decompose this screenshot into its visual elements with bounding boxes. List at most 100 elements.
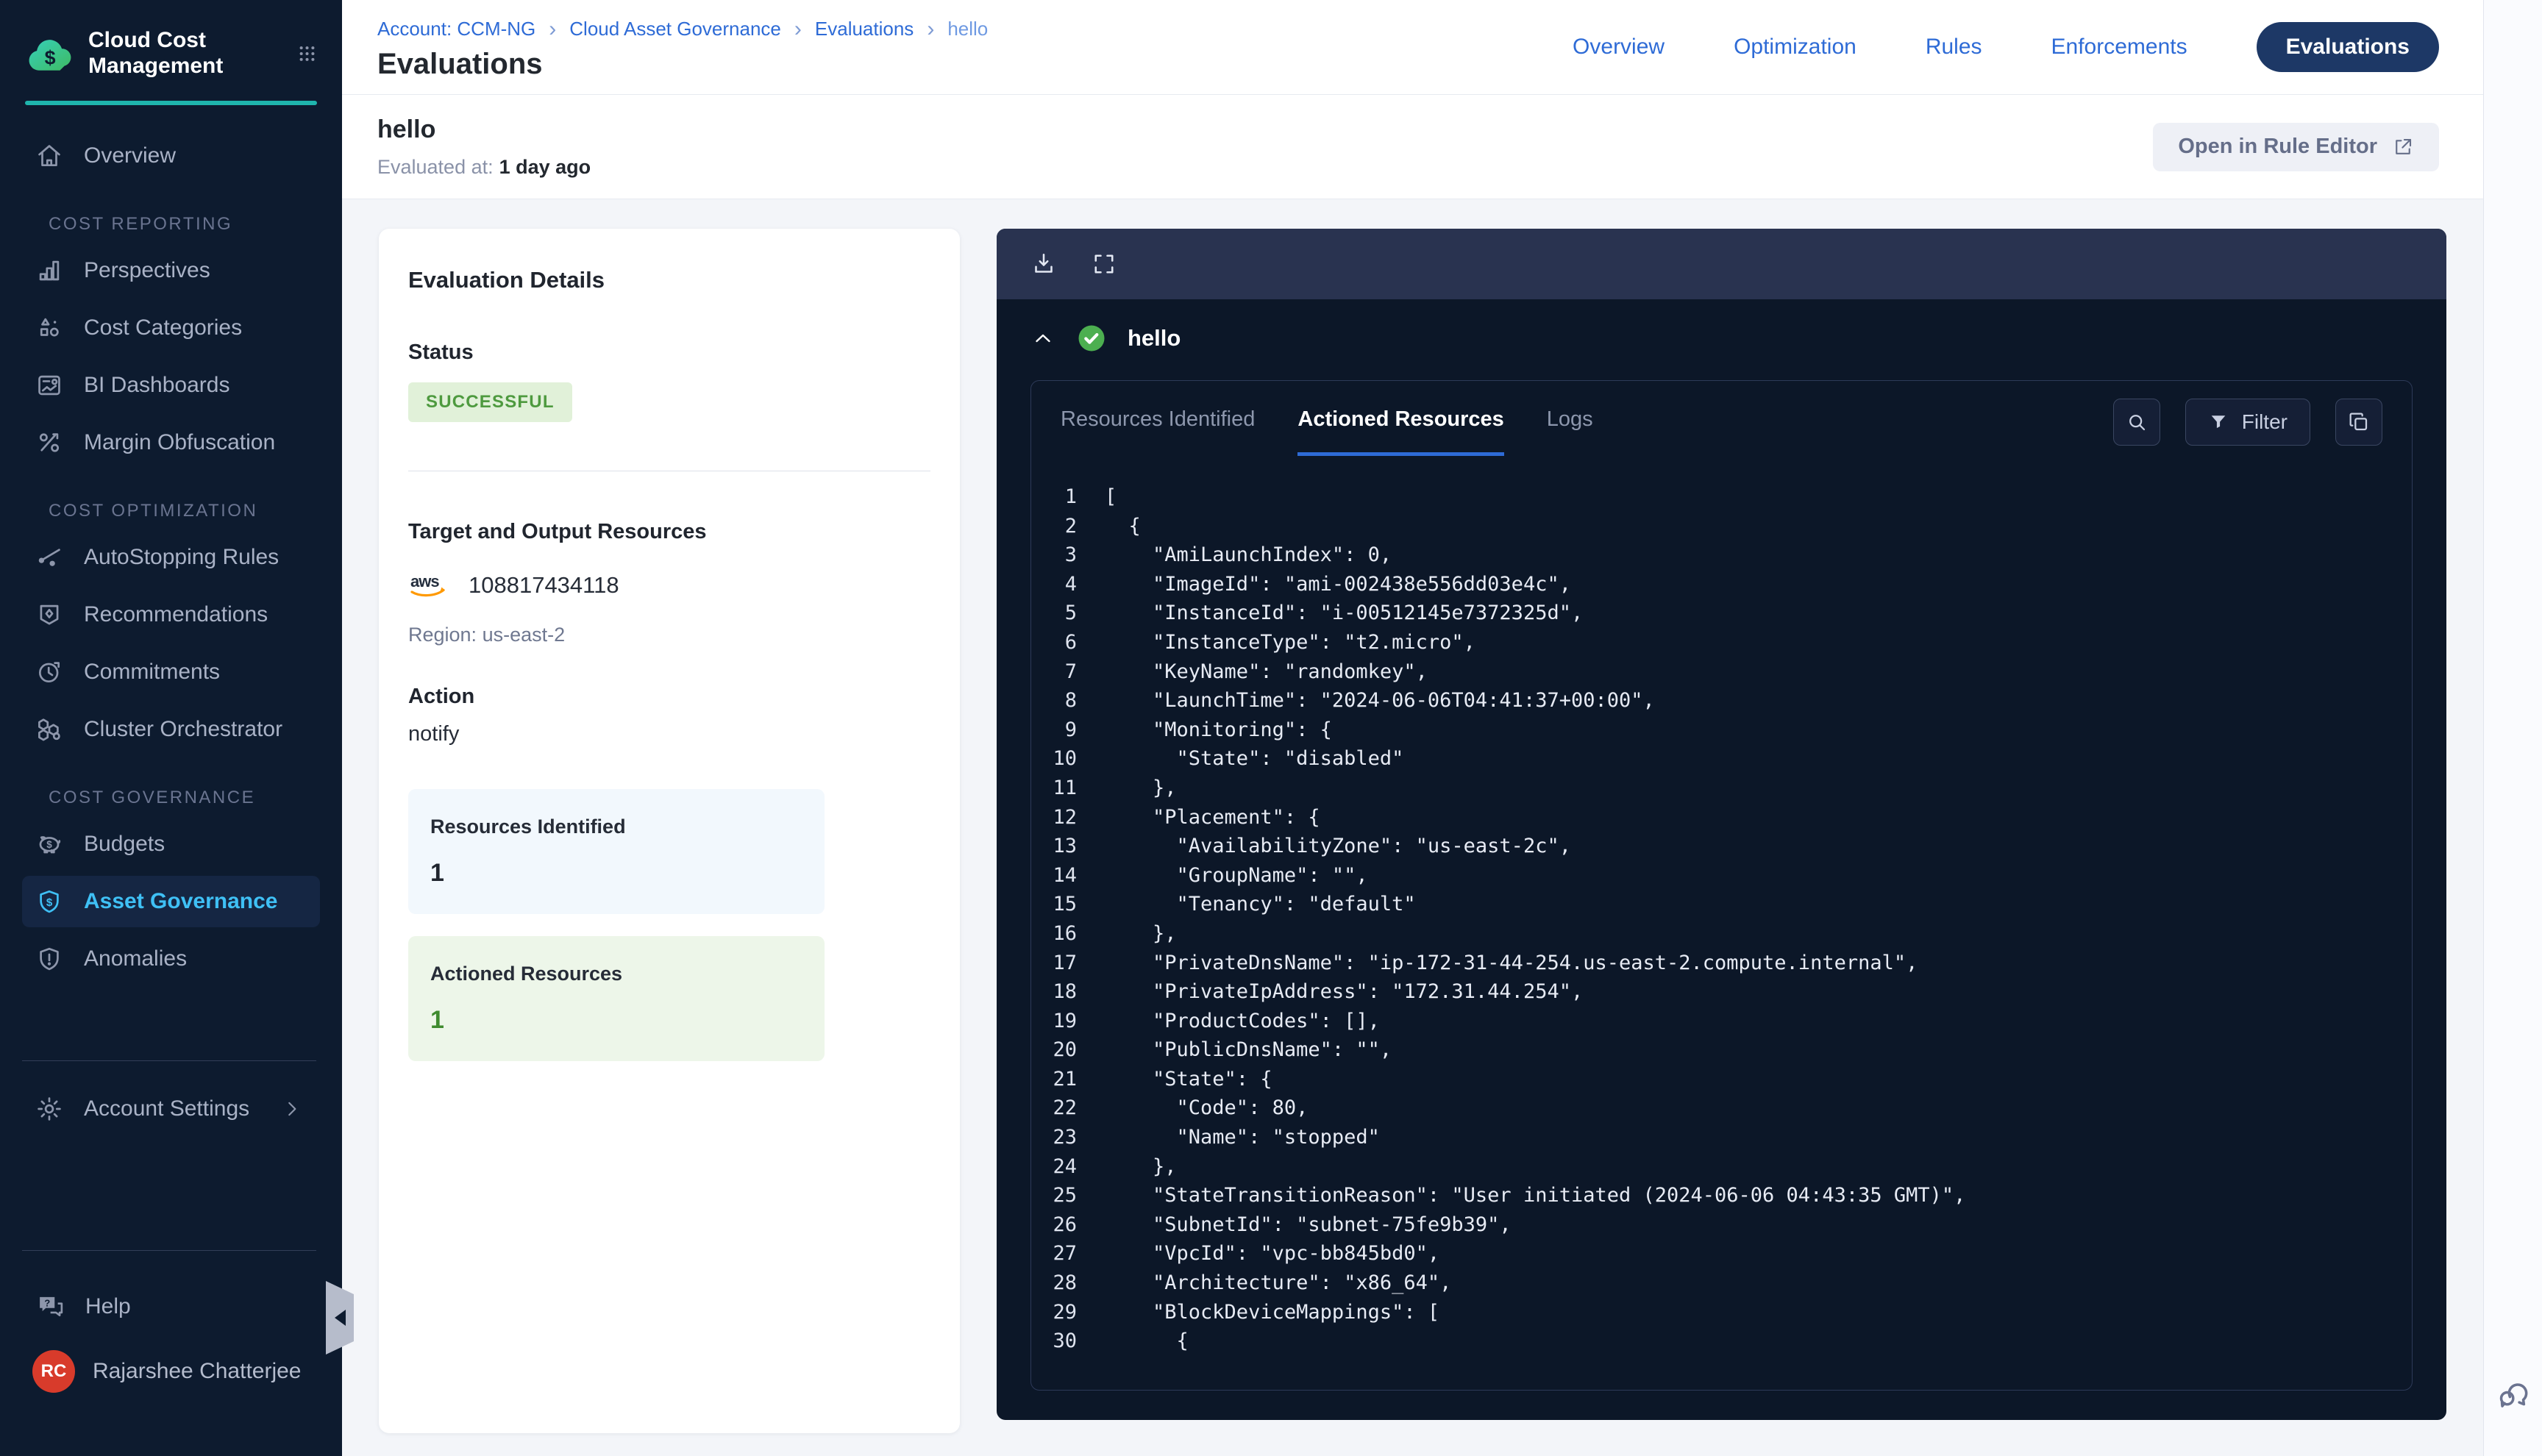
sidebar-section-cost-governance: COST GOVERNANCE bbox=[49, 788, 342, 808]
breadcrumb-separator-icon: › bbox=[927, 22, 934, 37]
code-line-number: 21 bbox=[1042, 1065, 1105, 1094]
breadcrumb-link-hello[interactable]: hello bbox=[947, 18, 988, 40]
target-account-row: aws 108817434118 bbox=[408, 569, 930, 602]
copy-button[interactable] bbox=[2335, 399, 2382, 446]
code-line-text: "Monitoring": { bbox=[1105, 715, 1332, 745]
code-line: 7 "KeyName": "randomkey", bbox=[1042, 657, 2404, 687]
actioned-resources-value: 1 bbox=[430, 1006, 802, 1035]
top-header: Account: CCM-NG›Cloud Asset Governance›E… bbox=[342, 0, 2483, 95]
apps-grid-icon[interactable] bbox=[297, 40, 317, 67]
fullscreen-icon[interactable] bbox=[1091, 251, 1117, 277]
sidebar-item-budgets[interactable]: $Budgets bbox=[22, 818, 320, 870]
code-line: 25 "StateTransitionReason": "User initia… bbox=[1042, 1181, 2404, 1210]
tab-resources-identified[interactable]: Resources Identified bbox=[1061, 407, 1255, 456]
code-line-text: "KeyName": "randomkey", bbox=[1105, 657, 1428, 687]
code-line-number: 4 bbox=[1042, 570, 1105, 599]
search-button[interactable] bbox=[2113, 399, 2160, 446]
code-line-text: "InstanceType": "t2.micro", bbox=[1105, 628, 1475, 657]
sidebar-item-autostopping-rules[interactable]: AutoStopping Rules bbox=[22, 532, 320, 583]
sidebar-item-cost-categories[interactable]: Cost Categories bbox=[22, 302, 320, 354]
sidebar-item-margin-obfuscation[interactable]: Margin Obfuscation bbox=[22, 417, 320, 468]
code-line: 30 { bbox=[1042, 1327, 2404, 1356]
actioned-resources-label: Actioned Resources bbox=[430, 963, 802, 985]
sidebar-item-asset-governance[interactable]: $Asset Governance bbox=[22, 876, 320, 927]
json-code-viewer[interactable]: 1[2 {3 "AmiLaunchIndex": 0,4 "ImageId": … bbox=[1031, 456, 2412, 1390]
open-in-rule-editor-button[interactable]: Open in Rule Editor bbox=[2153, 123, 2439, 171]
sidebar-section-cost-reporting: COST REPORTING bbox=[49, 214, 342, 235]
sidebar-item-label: Overview bbox=[84, 143, 176, 168]
sidebar-item-label: Commitments bbox=[84, 660, 220, 685]
code-line: 16 }, bbox=[1042, 919, 2404, 949]
download-icon[interactable] bbox=[1030, 251, 1057, 277]
evaluated-at-label: Evaluated at: bbox=[377, 156, 494, 178]
actioned-resources-box: Actioned Resources 1 bbox=[408, 936, 825, 1061]
sidebar-item-cluster-orchestrator[interactable]: Cluster Orchestrator bbox=[22, 704, 320, 755]
app-logo-row: $ Cloud Cost Management bbox=[0, 0, 342, 98]
code-line: 1[ bbox=[1042, 482, 2404, 512]
code-line-number: 17 bbox=[1042, 949, 1105, 978]
tab-logs[interactable]: Logs bbox=[1547, 407, 1593, 456]
module-nav-overview[interactable]: Overview bbox=[1573, 35, 1665, 60]
code-line-number: 26 bbox=[1042, 1210, 1105, 1240]
code-line: 11 }, bbox=[1042, 774, 2404, 803]
panel-toolbar bbox=[997, 229, 2446, 299]
code-line-text: "State": { bbox=[1105, 1065, 1272, 1094]
filter-button[interactable]: Filter bbox=[2185, 399, 2310, 446]
account-settings-label: Account Settings bbox=[84, 1096, 249, 1121]
breadcrumb-link-cloud-asset-governance[interactable]: Cloud Asset Governance bbox=[569, 18, 781, 40]
sidebar-item-recommendations[interactable]: Recommendations bbox=[22, 589, 320, 640]
sidebar-item-help[interactable]: ? Help bbox=[35, 1291, 131, 1322]
user-menu[interactable]: RC Rajarshee Chatterjee bbox=[32, 1350, 302, 1393]
code-line-text: "VpcId": "vpc-bb845bd0", bbox=[1105, 1239, 1439, 1268]
code-line-number: 9 bbox=[1042, 715, 1105, 745]
sidebar-item-account-settings[interactable]: Account Settings bbox=[22, 1079, 316, 1138]
code-line: 22 "Code": 80, bbox=[1042, 1093, 2404, 1123]
code-line-number: 12 bbox=[1042, 803, 1105, 832]
breadcrumb-link-evaluations[interactable]: Evaluations bbox=[815, 18, 914, 40]
code-line-number: 8 bbox=[1042, 686, 1105, 715]
code-line: 3 "AmiLaunchIndex": 0, bbox=[1042, 540, 2404, 570]
code-line-number: 5 bbox=[1042, 599, 1105, 628]
panel-title-row: hello bbox=[997, 299, 2446, 377]
code-line-number: 29 bbox=[1042, 1298, 1105, 1327]
code-line-text: "PublicDnsName": "", bbox=[1105, 1035, 1392, 1065]
code-line-text: "ImageId": "ami-002438e556dd03e4c", bbox=[1105, 570, 1571, 599]
svg-text:$: $ bbox=[46, 839, 52, 850]
module-nav-optimization[interactable]: Optimization bbox=[1734, 35, 1856, 60]
code-line-text: { bbox=[1105, 512, 1141, 541]
code-line-text: "InstanceId": "i-00512145e7372325d", bbox=[1105, 599, 1583, 628]
code-line: 9 "Monitoring": { bbox=[1042, 715, 2404, 745]
breadcrumb-link-account-ccm-ng[interactable]: Account: CCM-NG bbox=[377, 18, 535, 40]
code-line: 29 "BlockDeviceMappings": [ bbox=[1042, 1298, 2404, 1327]
code-line-text: "State": "disabled" bbox=[1105, 744, 1403, 774]
open-in-rule-editor-label: Open in Rule Editor bbox=[2178, 135, 2377, 159]
module-nav-rules[interactable]: Rules bbox=[1926, 35, 1982, 60]
breadcrumb: Account: CCM-NG›Cloud Asset Governance›E… bbox=[377, 18, 988, 40]
filter-funnel-icon bbox=[2208, 412, 2229, 432]
evaluation-details-card: Evaluation Details Status SUCCESSFUL Tar… bbox=[379, 229, 960, 1433]
tab-actioned-resources[interactable]: Actioned Resources bbox=[1297, 407, 1503, 456]
sidebar-item-perspectives[interactable]: Perspectives bbox=[22, 245, 320, 296]
code-line: 6 "InstanceType": "t2.micro", bbox=[1042, 628, 2404, 657]
support-chat-icon[interactable] bbox=[2495, 1375, 2532, 1412]
evaluation-title: hello bbox=[377, 115, 591, 144]
sidebar-item-label: Anomalies bbox=[84, 946, 187, 971]
collapse-chevron-up-icon[interactable] bbox=[1030, 326, 1055, 351]
sidebar-item-commitments[interactable]: Commitments bbox=[22, 646, 320, 698]
module-nav-evaluations[interactable]: Evaluations bbox=[2257, 22, 2439, 72]
code-line: 13 "AvailabilityZone": "us-east-2c", bbox=[1042, 832, 2404, 861]
sidebar-item-anomalies[interactable]: Anomalies bbox=[22, 933, 320, 985]
module-nav-enforcements[interactable]: Enforcements bbox=[2051, 35, 2187, 60]
code-line-text: }, bbox=[1105, 1152, 1177, 1182]
sidebar-item-bi-dashboards[interactable]: BI Dashboards bbox=[22, 360, 320, 411]
code-line: 20 "PublicDnsName": "", bbox=[1042, 1035, 2404, 1065]
code-line-number: 1 bbox=[1042, 482, 1105, 512]
code-line-number: 3 bbox=[1042, 540, 1105, 570]
svg-text:?: ? bbox=[44, 1297, 50, 1308]
status-badge: SUCCESSFUL bbox=[408, 382, 572, 422]
code-line: 28 "Architecture": "x86_64", bbox=[1042, 1268, 2404, 1298]
tabs: Resources Identified Actioned Resources Lo… bbox=[1061, 407, 1593, 456]
code-line-number: 20 bbox=[1042, 1035, 1105, 1065]
sidebar-item-overview[interactable]: Overview bbox=[22, 130, 320, 182]
code-line: 18 "PrivateIpAddress": "172.31.44.254", bbox=[1042, 977, 2404, 1007]
